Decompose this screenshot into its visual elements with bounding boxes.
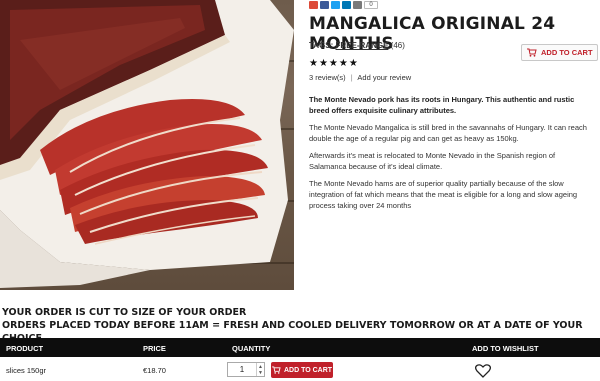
header-price: PRICE	[143, 344, 166, 353]
tag-link[interactable]: FREE-RANGE	[336, 41, 389, 50]
heart-icon	[474, 364, 492, 378]
add-to-cart-label: ADD TO CART	[541, 48, 593, 57]
reviews-separator: |	[350, 73, 353, 82]
product-image	[0, 0, 294, 290]
description-paragraph: The Monte Nevado Mangalica is still bred…	[309, 123, 587, 143]
header-wishlist: ADD TO WISHLIST	[472, 344, 539, 353]
table-header: PRODUCT PRICE QUANTITY ADD TO WISHLIST	[0, 338, 600, 357]
stepper-arrows-icon[interactable]: ▲ ▼	[256, 363, 264, 376]
table-row: slices 150gr €18.70 1 ▲ ▼ ADD TO CART	[0, 358, 600, 381]
twitter-icon[interactable]	[331, 1, 340, 9]
row-product: slices 150gr	[6, 366, 47, 375]
google-plus-icon[interactable]	[309, 1, 318, 9]
email-icon[interactable]	[353, 1, 362, 9]
description-paragraph: The Monte Nevado hams are of superior qu…	[309, 179, 578, 210]
header-quantity: QUANTITY	[232, 344, 271, 353]
wishlist-button[interactable]	[474, 364, 492, 380]
cart-icon	[272, 366, 281, 374]
reviews-link[interactable]: 3 review(s)	[309, 73, 346, 82]
quantity-value[interactable]: 1	[228, 365, 256, 374]
header-product: PRODUCT	[6, 344, 44, 353]
quantity-stepper[interactable]: 1 ▲ ▼	[227, 362, 265, 377]
description-paragraph: Afterwards it's meat is relocated to Mon…	[309, 151, 556, 171]
product-description: The Monte Nevado pork has its roots in H…	[309, 94, 593, 217]
add-to-cart-button[interactable]: ADD TO CART	[271, 362, 333, 378]
linkedin-icon[interactable]	[342, 1, 351, 9]
description-lead: The Monte Nevado pork has its roots in H…	[309, 95, 575, 115]
add-to-cart-button-top[interactable]: ADD TO CART	[521, 44, 598, 61]
share-count: 0	[364, 1, 378, 9]
tags-line: TAGS: FREE-RANGE (46)	[309, 41, 405, 50]
row-price: €18.70	[143, 366, 166, 375]
reviews-line: 3 review(s) | Add your review	[309, 73, 411, 82]
rating-stars: ★★★★★	[309, 58, 359, 69]
tags-label: TAGS:	[309, 41, 334, 50]
add-to-cart-row-label: ADD TO CART	[283, 366, 333, 374]
social-share-bar: 0	[309, 1, 378, 9]
facebook-icon[interactable]	[320, 1, 329, 9]
order-notice-line1: YOUR ORDER IS CUT TO SIZE OF YOUR ORDER	[2, 307, 247, 318]
add-review-link[interactable]: Add your review	[357, 73, 411, 82]
cart-icon	[527, 48, 537, 57]
tag-count: (46)	[390, 41, 405, 50]
